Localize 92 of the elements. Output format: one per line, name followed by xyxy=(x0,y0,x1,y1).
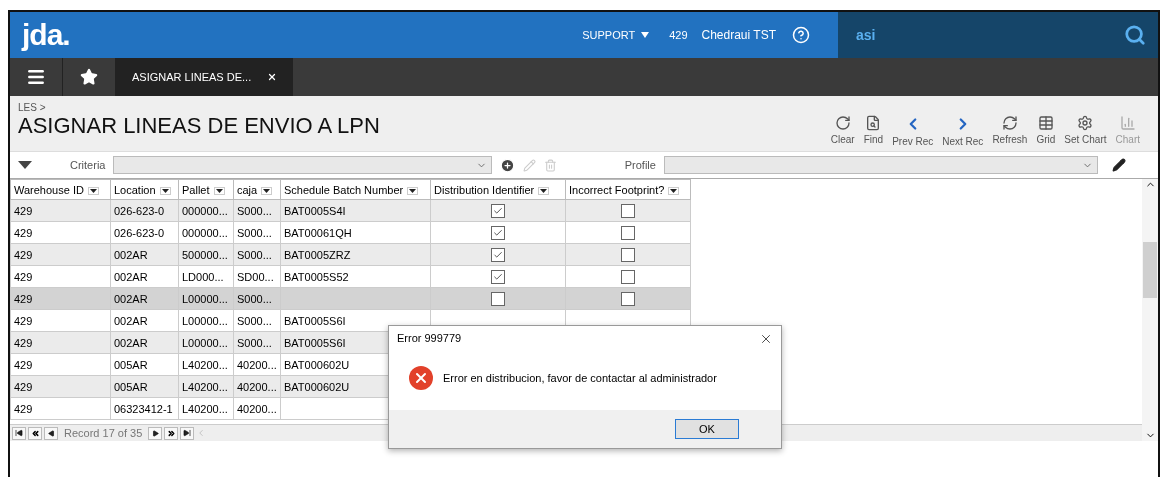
column-header[interactable]: Distribution Identifier xyxy=(430,179,566,200)
clear-icon xyxy=(834,115,851,131)
previous-record-button[interactable] xyxy=(44,426,58,440)
caret-icon xyxy=(214,187,224,194)
checkbox[interactable] xyxy=(621,291,635,306)
caret-icon xyxy=(539,187,549,194)
checkbox[interactable] xyxy=(621,247,635,262)
find-icon xyxy=(865,115,882,131)
column-header[interactable]: Schedule Batch Number xyxy=(280,179,431,200)
menu-icon[interactable] xyxy=(26,67,46,87)
ok-button[interactable]: OK xyxy=(675,419,739,439)
checkbox[interactable] xyxy=(491,269,505,284)
check-icon xyxy=(493,205,503,216)
page-title: ASIGNAR LINEAS DE ENVIO A LPN xyxy=(18,113,380,139)
criteria-label: Criteria xyxy=(70,159,106,171)
previous-page-button[interactable] xyxy=(28,426,42,440)
first-page-button[interactable] xyxy=(12,426,26,440)
double-left-icon xyxy=(30,428,40,438)
last-icon xyxy=(183,429,192,437)
check-icon xyxy=(493,227,503,238)
table-cell: 429 xyxy=(10,375,111,398)
column-header[interactable]: Pallet xyxy=(178,179,234,200)
next-page-button[interactable] xyxy=(164,426,179,440)
search-icon[interactable] xyxy=(1124,24,1146,46)
table-cell: 429 xyxy=(10,265,111,288)
check-icon xyxy=(493,271,503,282)
help-icon[interactable] xyxy=(792,26,810,44)
first-icon xyxy=(15,429,23,437)
scrollbar-thumb[interactable] xyxy=(1143,242,1157,298)
checkbox[interactable] xyxy=(491,291,505,306)
column-header[interactable]: caja xyxy=(233,179,281,200)
error-icon xyxy=(409,366,433,390)
checkbox[interactable] xyxy=(491,247,505,262)
caret-icon xyxy=(669,187,679,194)
role-menu[interactable]: SUPPORT xyxy=(582,29,650,41)
toolbar-button[interactable]: Clear xyxy=(830,115,855,147)
checkbox[interactable] xyxy=(621,225,635,240)
star-icon[interactable] xyxy=(80,68,98,86)
left-triangle-icon xyxy=(47,429,55,437)
caret-icon xyxy=(641,32,650,38)
column-header[interactable]: Warehouse ID xyxy=(10,179,111,200)
column-header[interactable]: Incorrect Footprint? xyxy=(565,179,691,200)
client-name: Chedraui TST xyxy=(701,28,776,42)
jda-logo: jda. xyxy=(22,18,70,52)
column-header[interactable]: Location xyxy=(110,179,179,200)
table-cell: BAT00061QH xyxy=(280,221,431,244)
table-cell: 429 xyxy=(10,243,111,266)
profile-label: Profile xyxy=(624,159,656,171)
table-cell: 429 xyxy=(10,353,111,376)
right-triangle-icon xyxy=(151,429,159,437)
close-icon[interactable] xyxy=(759,332,773,346)
table-cell: 429 xyxy=(10,199,111,222)
table-cell: 429 xyxy=(10,287,111,310)
search-field[interactable]: asi xyxy=(856,27,876,43)
caret-icon xyxy=(160,187,170,194)
table-cell: 429 xyxy=(10,397,111,420)
toolbar-button[interactable]: Set Chart xyxy=(1064,115,1107,147)
toolbar-button[interactable]: Next Rec xyxy=(942,115,984,147)
check-icon xyxy=(493,249,503,260)
caret-icon xyxy=(88,187,98,194)
table-cell: BAT0005ZRZ xyxy=(280,243,431,266)
error-message: Error en distribucion, favor de contactar al administrador xyxy=(443,372,717,384)
table-cell: BAT0005S52 xyxy=(280,265,431,288)
last-page-button[interactable] xyxy=(180,426,195,440)
breadcrumb[interactable]: LES > xyxy=(10,102,1158,113)
double-right-icon xyxy=(166,428,176,438)
bar-chart-icon xyxy=(1119,115,1136,131)
record-counter: Record 17 of 35 xyxy=(64,427,143,439)
edit-icon[interactable] xyxy=(1112,158,1126,172)
toolbar-button[interactable]: Find xyxy=(863,115,884,147)
table-cell: BAT0005S4I xyxy=(280,199,431,222)
table-cell: 429 xyxy=(10,309,111,332)
toolbar-button[interactable]: Prev Rec xyxy=(892,115,934,147)
refresh-icon xyxy=(1001,115,1018,131)
checkbox[interactable] xyxy=(621,269,635,284)
checkbox[interactable] xyxy=(621,203,635,218)
table-cell: 429 xyxy=(10,331,111,354)
warehouse-id: 429 xyxy=(669,29,688,41)
checkbox[interactable] xyxy=(491,203,505,218)
toolbar-button[interactable]: Refresh xyxy=(992,115,1028,147)
screen-tab[interactable]: ASIGNAR LINEAS DE... xyxy=(116,58,294,96)
gear-icon xyxy=(1077,115,1094,131)
checkbox[interactable] xyxy=(491,225,505,240)
add-icon[interactable] xyxy=(499,157,515,173)
table-cell: 429 xyxy=(10,221,111,244)
next-record-button[interactable] xyxy=(148,426,163,440)
collapse-icon[interactable] xyxy=(18,161,32,169)
grid-icon xyxy=(1037,115,1054,131)
caret-icon xyxy=(262,187,272,194)
toolbar-button[interactable]: Grid xyxy=(1036,115,1056,147)
caret-icon xyxy=(408,187,418,194)
close-icon[interactable] xyxy=(267,72,278,82)
